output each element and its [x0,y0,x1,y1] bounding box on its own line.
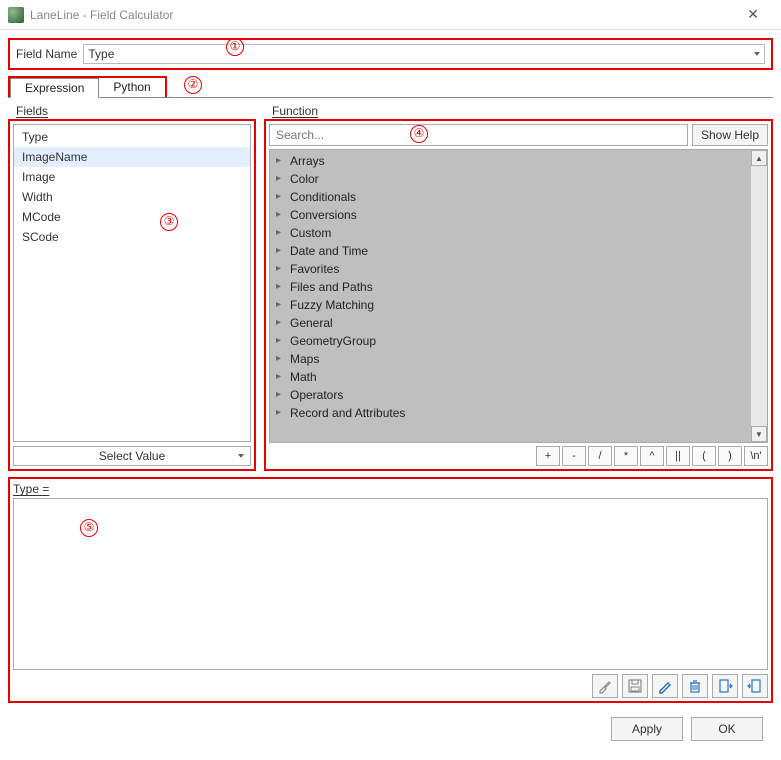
function-category-label: Conversions [290,206,357,224]
operator-button[interactable]: || [666,446,690,466]
save-button[interactable] [622,674,648,698]
select-value-label: Select Value [99,449,166,463]
expression-section: Type = ⑤ [8,477,773,703]
function-category[interactable]: ▸ GeometryGroup [270,332,751,350]
operator-button[interactable]: / [588,446,612,466]
chevron-right-icon: ▸ [276,152,284,170]
function-category[interactable]: ▸ Maps [270,350,751,368]
function-category[interactable]: ▸ Favorites [270,260,751,278]
scroll-up-icon[interactable]: ▲ [751,150,767,166]
field-name-select[interactable]: Type [83,44,765,64]
titlebar: LaneLine - Field Calculator ✕ [0,0,781,30]
window-title: LaneLine - Field Calculator [30,8,173,22]
fields-box: TypeImageNameImageWidthMCodeSCode Select… [8,119,256,471]
function-category-label: Favorites [290,260,339,278]
function-category-label: Arrays [290,152,325,170]
function-category-label: Maps [290,350,319,368]
function-category[interactable]: ▸ General [270,314,751,332]
import-button[interactable] [712,674,738,698]
tabs-region: ExpressionPython ② [8,76,773,98]
edit-button[interactable] [652,674,678,698]
function-category-label: Math [290,368,317,386]
function-category[interactable]: ▸ Conversions [270,206,751,224]
chevron-right-icon: ▸ [276,260,284,278]
scroll-down-icon[interactable]: ▼ [751,426,767,442]
function-search-input[interactable] [269,124,688,146]
operator-button[interactable]: ) [718,446,742,466]
operator-button[interactable]: * [614,446,638,466]
function-category-label: Fuzzy Matching [290,296,374,314]
function-category-label: Files and Paths [290,278,373,296]
function-category[interactable]: ▸ Fuzzy Matching [270,296,751,314]
chevron-right-icon: ▸ [276,242,284,260]
field-name-label: Field Name [16,47,77,61]
function-title: Function [272,104,773,118]
function-tree[interactable]: ▸ Arrays ▸ Color ▸ Conditionals ▸ Conversions ▸ C… [270,150,751,442]
function-category-label: Date and Time [290,242,368,260]
function-category[interactable]: ▸ Custom [270,224,751,242]
function-category-label: Record and Attributes [290,404,405,422]
function-category-label: Conditionals [290,188,356,206]
chevron-right-icon: ▸ [276,188,284,206]
field-name-region: Field Name Type ① [8,38,773,70]
function-category[interactable]: ▸ Operators [270,386,751,404]
field-item[interactable]: SCode [14,227,250,247]
app-icon [8,7,24,23]
ok-button[interactable]: OK [691,717,763,741]
chevron-right-icon: ▸ [276,368,284,386]
brush-button[interactable] [592,674,618,698]
function-category-label: General [290,314,333,332]
operator-button[interactable]: + [536,446,560,466]
close-button[interactable]: ✕ [733,6,773,23]
chevron-right-icon: ▸ [276,350,284,368]
chevron-right-icon: ▸ [276,332,284,350]
export-button[interactable] [742,674,768,698]
field-item[interactable]: ImageName [14,147,250,167]
operator-button[interactable]: ^ [640,446,664,466]
show-help-button[interactable]: Show Help [692,124,768,146]
chevron-right-icon: ▸ [276,206,284,224]
field-item[interactable]: Image [14,167,250,187]
function-category[interactable]: ▸ Math [270,368,751,386]
expression-editor[interactable] [13,498,768,670]
operator-button[interactable]: - [562,446,586,466]
chevron-right-icon: ▸ [276,314,284,332]
chevron-right-icon: ▸ [276,224,284,242]
function-category-label: Custom [290,224,331,242]
select-value-dropdown[interactable]: Select Value [13,446,251,466]
field-name-value: Type [88,47,114,61]
function-category-label: Color [290,170,319,188]
chevron-right-icon: ▸ [276,278,284,296]
function-category[interactable]: ▸ Files and Paths [270,278,751,296]
tab-expression[interactable]: Expression [10,78,99,98]
tab-python[interactable]: Python [99,78,164,97]
chevron-right-icon: ▸ [276,404,284,422]
function-category-label: GeometryGroup [290,332,376,350]
function-category[interactable]: ▸ Arrays [270,152,751,170]
scrollbar[interactable]: ▲ ▼ [751,150,767,442]
chevron-down-icon [754,52,760,56]
chevron-right-icon: ▸ [276,296,284,314]
fields-title: Fields [16,104,256,118]
chevron-down-icon [238,454,244,458]
operator-button[interactable]: ( [692,446,716,466]
delete-button[interactable] [682,674,708,698]
function-category[interactable]: ▸ Date and Time [270,242,751,260]
function-box: Show Help ▸ Arrays ▸ Color ▸ Conditionals ▸ Con… [264,119,773,471]
function-category[interactable]: ▸ Conditionals [270,188,751,206]
chevron-right-icon: ▸ [276,170,284,188]
function-category[interactable]: ▸ Color [270,170,751,188]
function-category-label: Operators [290,386,343,404]
field-item[interactable]: Width [14,187,250,207]
operator-button[interactable]: \n' [744,446,768,466]
field-item[interactable]: MCode [14,207,250,227]
apply-button[interactable]: Apply [611,717,683,741]
fields-list[interactable]: TypeImageNameImageWidthMCodeSCode [13,124,251,442]
function-category[interactable]: ▸ Record and Attributes [270,404,751,422]
field-item[interactable]: Type [14,127,250,147]
chevron-right-icon: ▸ [276,386,284,404]
expression-label: Type = [13,482,768,496]
